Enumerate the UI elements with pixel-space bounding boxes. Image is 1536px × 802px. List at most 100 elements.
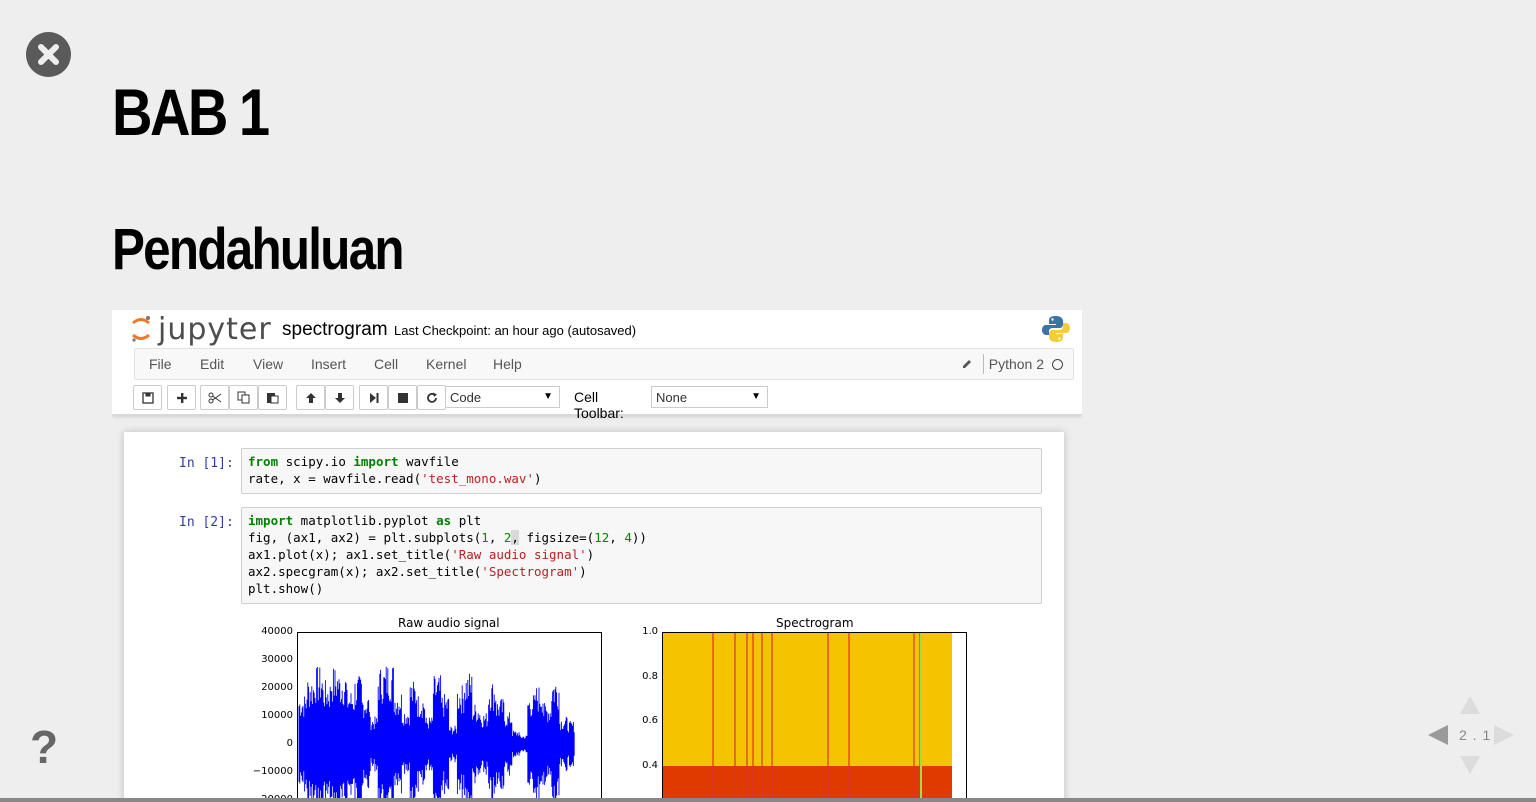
slide-heading-2: Pendahuluan: [112, 217, 405, 282]
code-token: from: [248, 454, 279, 469]
plus-icon: [176, 392, 187, 403]
code-token: ax2.specgram(x); ax2.set_title(: [248, 564, 482, 579]
menu-edit[interactable]: Edit: [200, 356, 224, 372]
code-line: fig, (ax1, ax2) = plt.subplots(1, 2, fig…: [248, 529, 1035, 546]
cell-type-select[interactable]: Code ▼: [445, 386, 560, 408]
code-token: ): [533, 471, 542, 486]
code-token: figsize=(: [518, 530, 595, 545]
code-cell-2[interactable]: import matplotlib.pyplot as plt fig, (ax1…: [241, 507, 1042, 604]
save-icon: [141, 391, 154, 404]
move-up-button[interactable]: [296, 385, 325, 410]
code-line: ax2.specgram(x); ax2.set_title('Spectrog…: [248, 563, 1035, 580]
slide-heading-1: BAB 1: [112, 75, 270, 149]
python-logo-icon: [1042, 316, 1070, 342]
move-down-button[interactable]: [325, 385, 354, 410]
kernel-name: Python 2: [988, 356, 1044, 372]
menu-insert[interactable]: Insert: [311, 356, 346, 372]
chevron-down-icon: ▼: [543, 391, 553, 402]
arrow-down-icon: [334, 392, 345, 403]
kernel-separator: [982, 354, 984, 374]
step-forward-icon: [369, 392, 378, 403]
nav-up-icon[interactable]: [1460, 696, 1480, 714]
jupyter-logo-text: jupyter: [158, 311, 272, 347]
jupyter-header: jupyter spectrogram Last Checkpoint: an …: [112, 310, 1082, 421]
stop-icon: [397, 392, 408, 403]
code-token: as: [436, 513, 452, 528]
close-button[interactable]: [26, 32, 71, 77]
save-button[interactable]: [133, 385, 162, 410]
code-line: from scipy.io import wavfile: [248, 453, 1035, 470]
code-token: matplotlib.pyplot: [293, 513, 437, 528]
jupyter-logo: jupyter: [130, 311, 272, 347]
progress-bar: [0, 798, 1536, 802]
code-token: plt.show(): [248, 581, 324, 596]
code-line: ax1.plot(x); ax1.set_title('Raw audio si…: [248, 546, 1035, 563]
y-tick-label: 0.8: [642, 670, 658, 682]
code-token: fig, (ax1, ax2) = plt.subplots(: [248, 530, 482, 545]
menu-help[interactable]: Help: [493, 356, 522, 372]
code-token: 4: [624, 530, 632, 545]
copy-icon: [237, 391, 249, 404]
cell-type-value: Code: [450, 390, 482, 405]
code-token: 'Spectrogram': [481, 564, 580, 579]
y-tick-label: 10000: [261, 710, 293, 721]
y-tick-label: 0.6: [642, 715, 658, 726]
code-token: ,: [488, 530, 504, 545]
spectrogram-plot: [662, 632, 967, 802]
code-token: scipy.io: [278, 454, 354, 469]
code-token: wavfile: [398, 454, 459, 469]
code-cell-1[interactable]: from scipy.io import wavfile rate, x = wa…: [241, 448, 1042, 494]
notebook-page: In [1]: from scipy.io import wavfile rate…: [124, 432, 1064, 802]
code-token: ): [586, 547, 595, 562]
spectrogram-plot-title: Spectrogram: [776, 616, 854, 630]
y-tick-label: 20000: [261, 682, 293, 693]
code-token: ,: [511, 530, 519, 545]
cut-button[interactable]: [200, 385, 229, 410]
code-token: plt: [451, 513, 482, 528]
y-tick-label: 1.0: [642, 626, 658, 637]
nav-right-icon[interactable]: [1494, 725, 1514, 745]
cell-toolbar-select[interactable]: None ▼: [651, 386, 768, 408]
code-token: 12: [594, 530, 610, 545]
menu-file[interactable]: File: [149, 356, 172, 372]
cut-icon: [208, 392, 221, 403]
restart-kernel-button[interactable]: [417, 385, 446, 410]
help-button[interactable]: ?: [30, 722, 58, 772]
kernel-status-icon: [1052, 358, 1063, 370]
checkpoint-status: Last Checkpoint: an hour ago (autosaved): [394, 323, 637, 338]
slide-number: 2 . 1: [1459, 727, 1492, 743]
interrupt-kernel-button[interactable]: [388, 385, 417, 410]
nav-left-icon[interactable]: [1428, 725, 1448, 745]
code-line: plt.show(): [248, 580, 1035, 597]
insert-cell-button[interactable]: [167, 385, 196, 410]
code-token: import: [248, 513, 294, 528]
paste-icon: [266, 393, 278, 404]
y-tick-label: 30000: [261, 654, 293, 665]
cell-toolbar-value: None: [656, 390, 688, 405]
code-token: 'test_mono.wav': [421, 471, 534, 486]
jupyter-screenshot: jupyter spectrogram Last Checkpoint: an …: [112, 310, 1082, 802]
menu-kernel[interactable]: Kernel: [426, 356, 466, 372]
spectrogram-low-band: [663, 766, 952, 802]
notebook-name[interactable]: spectrogram: [282, 319, 388, 341]
cell-toolbar-label: Cell Toolbar:: [574, 389, 624, 421]
kernel-indicator: Python 2: [961, 354, 1063, 374]
y-tick-label: 0: [286, 738, 293, 749]
raw-audio-plot-title: Raw audio signal: [398, 616, 500, 630]
menu-view[interactable]: View: [253, 356, 283, 372]
code-token: import: [353, 454, 399, 469]
code-token: )): [631, 530, 647, 545]
nav-down-icon[interactable]: [1460, 756, 1480, 774]
code-token: 'Raw audio signal': [451, 547, 587, 562]
pencil-icon[interactable]: [961, 358, 973, 370]
jupyter-logo-icon: [132, 316, 150, 342]
menu-cell[interactable]: Cell: [374, 356, 398, 372]
copy-button[interactable]: [229, 385, 258, 410]
code-line: rate, x = wavfile.read('test_mono.wav'): [248, 470, 1035, 487]
run-cell-button[interactable]: [359, 385, 388, 410]
paste-button[interactable]: [258, 385, 287, 410]
code-token: ax1.plot(x); ax1.set_title(: [248, 547, 452, 562]
raw-audio-plot: [297, 632, 602, 802]
cell-2-prompt: In [2]:: [179, 515, 234, 530]
cell-1-prompt: In [1]:: [179, 456, 234, 471]
